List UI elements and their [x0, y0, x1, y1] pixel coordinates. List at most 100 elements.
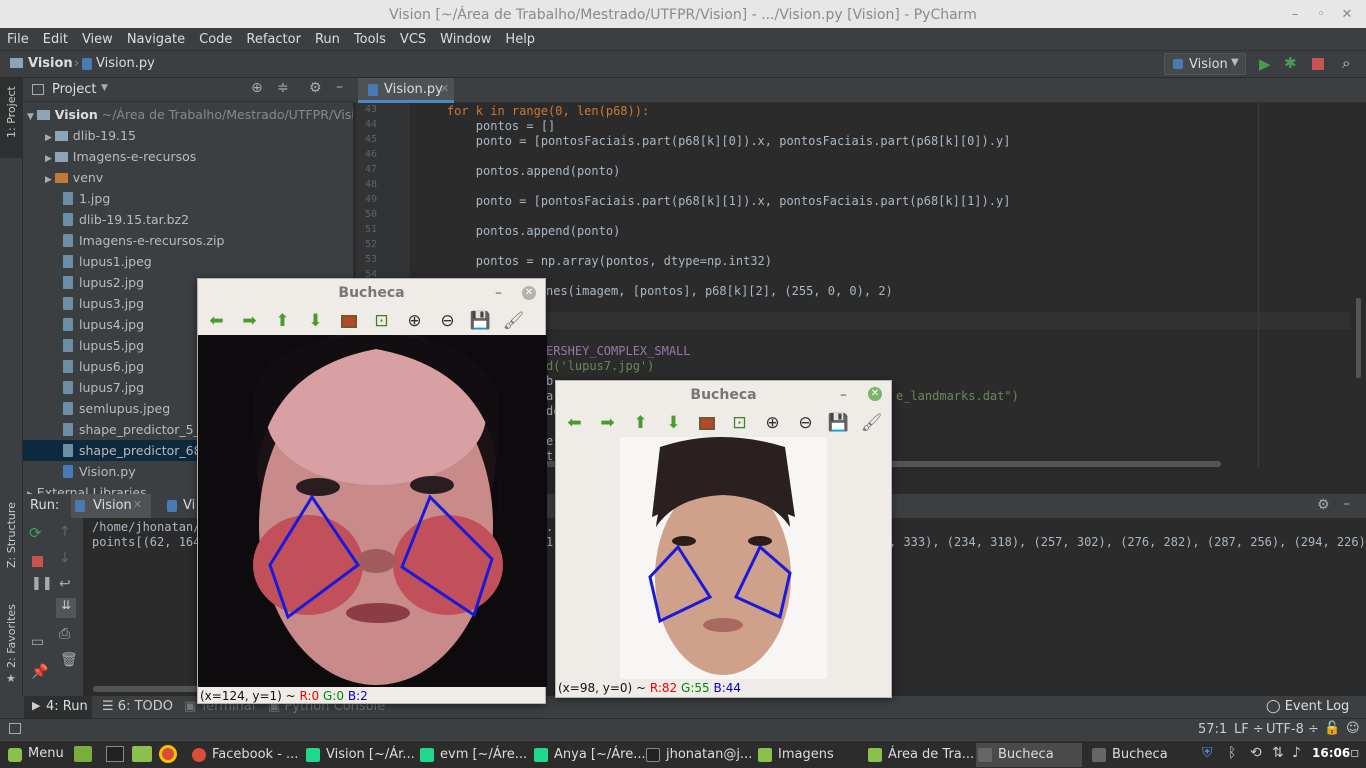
- zoom-original-icon[interactable]: [336, 310, 361, 332]
- zoom-in-icon[interactable]: ⊕: [760, 412, 785, 434]
- tab-favorites[interactable]: 2: Favorites: [5, 604, 18, 668]
- hide-icon[interactable]: –: [1343, 496, 1350, 512]
- tree-item-file[interactable]: lupus7.jpg: [63, 377, 144, 398]
- save-icon[interactable]: 💾: [468, 310, 493, 332]
- close-icon[interactable]: ✕: [522, 286, 536, 300]
- start-menu-button[interactable]: Menu: [4, 743, 68, 767]
- chevron-down-icon[interactable]: ▼: [101, 83, 108, 93]
- run-icon[interactable]: ▶: [1259, 55, 1271, 73]
- minimize-icon[interactable]: –: [840, 381, 847, 409]
- save-icon[interactable]: 💾: [826, 412, 851, 434]
- inspector-icon[interactable]: ☺: [1346, 721, 1360, 736]
- tree-item-imagens-folder[interactable]: ▶ Imagens-e-recursos: [45, 146, 196, 167]
- tree-item-file[interactable]: Imagens-e-recursos.zip: [63, 230, 224, 251]
- close-tab-icon[interactable]: ✕: [440, 82, 449, 95]
- code-line-partial[interactable]: t: [546, 449, 553, 463]
- tree-item-file[interactable]: dlib-19.15.tar.bz2: [63, 209, 189, 230]
- tree-item-file[interactable]: shape_predictor_5_fa: [63, 419, 212, 440]
- tree-item-file[interactable]: lupus3.jpg: [63, 293, 144, 314]
- pan-down-icon[interactable]: ⬇: [303, 310, 328, 332]
- menu-file[interactable]: File: [0, 32, 36, 47]
- tab-vision-py[interactable]: Vision.py ✕: [358, 78, 454, 103]
- terminal-launcher-icon[interactable]: [106, 746, 124, 762]
- shield-icon[interactable]: ⛨: [1202, 745, 1213, 761]
- zoom-in-icon[interactable]: ⊕: [402, 310, 427, 332]
- code-line[interactable]: ponto = [pontosFaciais.part(p68[k][0]).x…: [418, 134, 1011, 148]
- run-config-select[interactable]: Vision ▼: [1164, 53, 1246, 75]
- taskbar-item-vision[interactable]: Vision [~/Ár...: [304, 743, 415, 767]
- pan-left-icon[interactable]: ⬅: [204, 310, 229, 332]
- taskbar-item-terminal[interactable]: jhonatan@j...: [644, 743, 752, 767]
- properties-icon[interactable]: 🖌: [859, 412, 884, 434]
- tree-item-venv-folder[interactable]: ▶ venv: [45, 167, 103, 188]
- gear-icon[interactable]: ⚙: [309, 80, 322, 96]
- pan-right-icon[interactable]: ➡: [237, 310, 262, 332]
- close-icon[interactable]: ✕: [868, 387, 882, 401]
- tab-run[interactable]: ▶ 4: Run: [24, 696, 92, 718]
- gear-icon[interactable]: ⚙: [1317, 497, 1330, 513]
- tree-item-file[interactable]: lupus1.jpeg: [63, 251, 152, 272]
- code-line-partial[interactable]: nes(imagem, [pontos], p68[k][2], (255, 0…: [546, 284, 893, 298]
- run-tab-vision[interactable]: Vision ✕: [71, 494, 151, 518]
- pan-up-icon[interactable]: ⬆: [628, 412, 653, 434]
- close-tab-icon[interactable]: ✕: [133, 498, 142, 511]
- tree-item-dlib-folder[interactable]: ▶ dlib-19.15: [45, 125, 136, 146]
- zoom-out-icon[interactable]: ⊖: [793, 412, 818, 434]
- menu-vcs[interactable]: VCS: [393, 32, 433, 47]
- code-line-partial[interactable]: e_landmarks.dat"): [896, 389, 1019, 403]
- toggle-tool-windows-icon[interactable]: [9, 723, 21, 734]
- tab-structure[interactable]: Z: Structure: [5, 502, 18, 568]
- stop-icon[interactable]: [32, 556, 43, 567]
- code-line-partial[interactable]: e: [546, 434, 553, 448]
- layout-icon[interactable]: ▭: [31, 634, 44, 650]
- down-icon[interactable]: ↓: [59, 550, 71, 566]
- breadcrumb-file[interactable]: Vision.py: [96, 56, 155, 71]
- code-line[interactable]: ponto = [pontosFaciais.part(p68[k][1]).x…: [418, 194, 1011, 208]
- code-line[interactable]: pontos = np.array(pontos, dtype=np.int32…: [418, 254, 772, 268]
- scroll-end-icon[interactable]: ⇊: [56, 598, 76, 618]
- volume-icon[interactable]: ♪: [1292, 745, 1301, 761]
- menu-code[interactable]: Code: [192, 32, 239, 47]
- minimize-icon[interactable]: –: [1284, 0, 1306, 30]
- editor-scrollbar[interactable]: [1350, 103, 1366, 468]
- menu-edit[interactable]: Edit: [36, 32, 75, 47]
- search-icon[interactable]: ⌕: [1342, 54, 1350, 72]
- file-encoding[interactable]: UTF-8 ÷: [1266, 722, 1319, 737]
- menu-window[interactable]: Window: [433, 32, 498, 47]
- stop-icon[interactable]: [1312, 58, 1324, 70]
- trash-icon[interactable]: 🗑: [60, 652, 78, 668]
- debug-icon[interactable]: ✱: [1284, 54, 1297, 72]
- bluetooth-icon[interactable]: ᛒ: [1228, 745, 1236, 761]
- console-scrollbar[interactable]: [93, 686, 203, 692]
- pan-right-icon[interactable]: ➡: [595, 412, 620, 434]
- taskbar-item-facebook[interactable]: Facebook - ...: [190, 743, 298, 767]
- zoom-fit-icon[interactable]: ⊡: [727, 412, 752, 434]
- print-icon[interactable]: ⎙: [59, 626, 70, 642]
- menu-run[interactable]: Run: [308, 32, 347, 47]
- pin-icon[interactable]: 📌: [31, 664, 48, 680]
- code-line-partial[interactable]: ERSHEY_COMPLEX_SMALL: [546, 344, 691, 358]
- pause-icon[interactable]: ❚❚: [31, 576, 53, 591]
- properties-icon[interactable]: 🖌: [501, 310, 526, 332]
- rerun-icon[interactable]: ⟳: [29, 524, 42, 542]
- tree-item-file[interactable]: semlupus.jpeg: [63, 398, 170, 419]
- pan-down-icon[interactable]: ⬇: [661, 412, 686, 434]
- close-icon[interactable]: ✕: [1336, 0, 1358, 30]
- breadcrumb-project[interactable]: Vision: [28, 56, 73, 71]
- tree-item-file[interactable]: lupus6.jpg: [63, 356, 144, 377]
- tab-todo[interactable]: ☰ 6: TODO: [102, 699, 173, 714]
- wrap-icon[interactable]: ↩: [59, 576, 71, 592]
- tree-root[interactable]: ▼ Vision ~/Área de Trabalho/Mestrado/UTF…: [27, 104, 370, 125]
- files-launcher-icon[interactable]: [132, 746, 152, 762]
- maximize-icon[interactable]: ◦: [1310, 0, 1332, 30]
- hide-icon[interactable]: –: [336, 79, 343, 95]
- taskbar-item-area-de-trabalho[interactable]: Área de Tra...: [866, 743, 974, 767]
- collapse-icon[interactable]: ≑: [277, 80, 289, 96]
- tab-project-side[interactable]: 1: Project: [0, 78, 23, 158]
- chrome-launcher-icon[interactable]: [159, 745, 177, 763]
- network-icon[interactable]: ⇅: [1272, 745, 1284, 761]
- taskbar-item-evm[interactable]: evm [~/Áre...: [418, 743, 527, 767]
- tree-item-vision-py[interactable]: Vision.py: [63, 461, 136, 482]
- code-line[interactable]: for k in range(0, len(p68)):: [418, 104, 649, 118]
- tree-item-file[interactable]: lupus2.jpg: [63, 272, 144, 293]
